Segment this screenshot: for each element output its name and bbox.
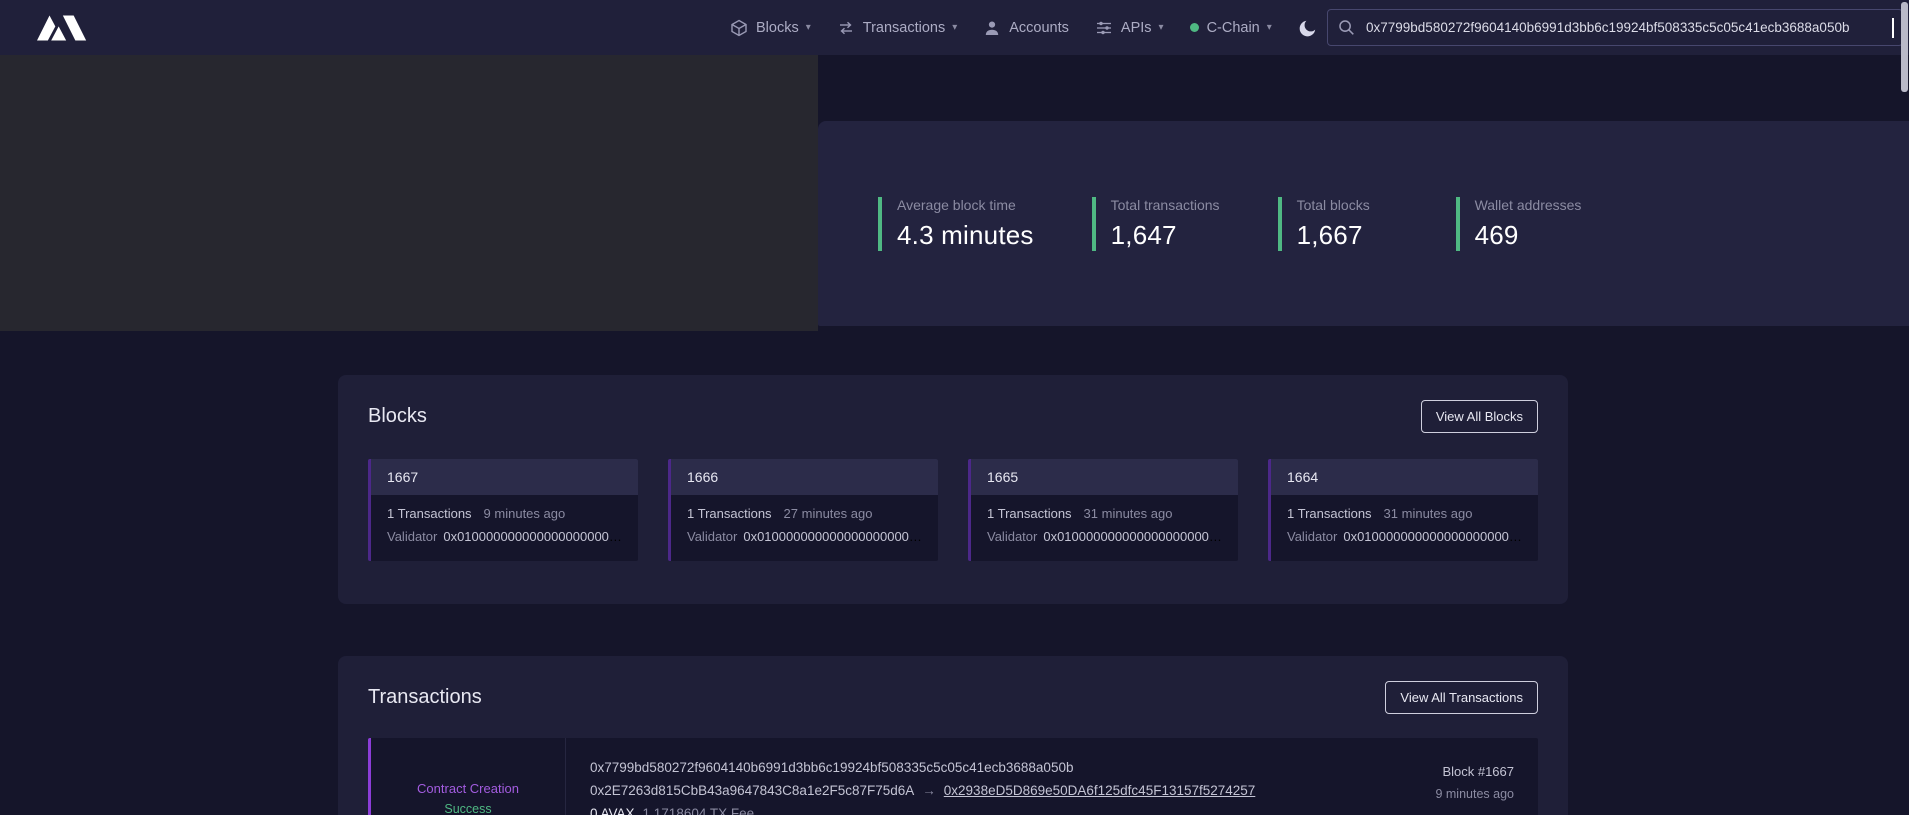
transaction-hash-link[interactable]: 0x7799bd580272f9604140b6991d3bb6c19924bf… <box>590 760 1304 775</box>
transactions-section-card: Transactions View All Transactions Contr… <box>338 656 1568 815</box>
transactions-section-title: Transactions <box>368 686 482 709</box>
nav-item-label: C-Chain <box>1207 20 1260 36</box>
stat-value: 1,667 <box>1297 220 1398 251</box>
transactions-section-header: Transactions View All Transactions <box>338 656 1568 714</box>
block-tx-count: 1 Transactions <box>387 506 472 521</box>
block-tile-body: 1 Transactions 31 minutes ago Validator 0… <box>971 495 1238 544</box>
stat-label: Average block time <box>897 197 1034 213</box>
chevron-down-icon: ▾ <box>952 22 957 33</box>
blocks-section-card: Blocks View All Blocks 1667 1 Transactio… <box>338 375 1568 604</box>
cube-icon <box>730 19 748 37</box>
nav-item-label: Transactions <box>863 20 945 36</box>
transaction-type-badge: Contract Creation <box>417 781 519 796</box>
stat-label: Total transactions <box>1111 197 1220 213</box>
view-all-transactions-button[interactable]: View All Transactions <box>1385 681 1538 714</box>
nav-item-accounts[interactable]: Accounts <box>983 19 1069 37</box>
to-address-link[interactable]: 0x2938eD5D869e50DA6f125dfc45F13157f52742… <box>944 783 1256 798</box>
nav-item-blocks[interactable]: Blocks ▾ <box>730 19 811 37</box>
arrow-right-icon: → <box>922 783 936 798</box>
stat-total-transactions: Total transactions 1,647 <box>1092 197 1220 251</box>
transaction-age: 9 minutes ago <box>1328 787 1514 801</box>
stat-value: 469 <box>1475 220 1582 251</box>
chevron-down-icon: ▾ <box>1267 22 1272 33</box>
search-box <box>1327 9 1903 46</box>
block-tx-count: 1 Transactions <box>987 506 1072 521</box>
nav-item-c-chain[interactable]: C-Chain ▾ <box>1190 20 1272 36</box>
validator-address-link[interactable]: 0x010000000000000000000000... <box>1043 529 1222 544</box>
validator-label: Validator <box>987 529 1037 544</box>
stat-value: 1,647 <box>1111 220 1220 251</box>
block-age: 31 minutes ago <box>1384 506 1473 521</box>
block-tile[interactable]: 1664 1 Transactions 31 minutes ago Valid… <box>1268 459 1538 561</box>
moon-icon <box>1298 18 1318 38</box>
block-number-link[interactable]: 1667 <box>371 459 638 495</box>
chevron-down-icon: ▾ <box>1159 22 1164 33</box>
nav-item-label: Blocks <box>756 20 799 36</box>
sliders-icon <box>1095 19 1113 37</box>
block-tile-body: 1 Transactions 9 minutes ago Validator 0x… <box>371 495 638 544</box>
block-age: 31 minutes ago <box>1084 506 1173 521</box>
stat-label: Wallet addresses <box>1475 197 1582 213</box>
network-stats-panel: Average block time 4.3 minutes Total tra… <box>818 121 1909 326</box>
block-tile[interactable]: 1665 1 Transactions 31 minutes ago Valid… <box>968 459 1238 561</box>
person-icon <box>983 19 1001 37</box>
validator-label: Validator <box>1287 529 1337 544</box>
search-input[interactable] <box>1364 19 1892 36</box>
chevron-down-icon: ▾ <box>806 22 811 33</box>
validator-address-link[interactable]: 0x010000000000000000000000... <box>443 529 622 544</box>
status-dot-icon <box>1190 23 1199 32</box>
block-tx-count: 1 Transactions <box>1287 506 1372 521</box>
transaction-status-badge: Success <box>444 802 491 815</box>
validator-label: Validator <box>387 529 437 544</box>
block-tile[interactable]: 1667 1 Transactions 9 minutes ago Valida… <box>368 459 638 561</box>
transaction-block-link[interactable]: Block #1667 <box>1328 764 1514 779</box>
from-address: 0x2E7263d815CbB43a9647843C8a1e2F5c87F75d… <box>590 783 914 798</box>
validator-label: Validator <box>687 529 737 544</box>
block-tx-count: 1 Transactions <box>687 506 772 521</box>
validator-address-link[interactable]: 0x010000000000000000000000... <box>743 529 922 544</box>
stat-label: Total blocks <box>1297 197 1398 213</box>
block-age: 27 minutes ago <box>784 506 873 521</box>
transaction-meta-cell: Block #1667 9 minutes ago <box>1328 738 1538 815</box>
search-icon <box>1338 19 1355 36</box>
transaction-value: 0 AVAX <box>590 806 635 815</box>
block-age: 9 minutes ago <box>484 506 566 521</box>
transaction-value-line: 0 AVAX 1.1718604 TX Fee <box>590 806 1304 815</box>
vertical-scrollbar-thumb[interactable] <box>1901 2 1908 92</box>
nav-item-apis[interactable]: APIs ▾ <box>1095 19 1164 37</box>
nav-links: Blocks ▾ Transactions ▾ Accounts APIs ▾ <box>730 0 1318 55</box>
block-tile-body: 1 Transactions 31 minutes ago Validator 0… <box>1271 495 1538 544</box>
transaction-row[interactable]: Contract Creation Success 0x7799bd580272… <box>368 738 1538 815</box>
transaction-type-cell: Contract Creation Success <box>371 738 566 815</box>
stat-total-blocks: Total blocks 1,667 <box>1278 197 1398 251</box>
theme-toggle-button[interactable] <box>1298 18 1318 38</box>
transaction-fee: 1.1718604 TX Fee <box>643 806 755 815</box>
stat-wallet-addresses: Wallet addresses 469 <box>1456 197 1582 251</box>
transaction-addresses: 0x2E7263d815CbB43a9647843C8a1e2F5c87F75d… <box>590 783 1304 798</box>
block-tiles-row: 1667 1 Transactions 9 minutes ago Valida… <box>368 459 1538 561</box>
block-number-link[interactable]: 1664 <box>1271 459 1538 495</box>
block-number-link[interactable]: 1666 <box>671 459 938 495</box>
block-tile-body: 1 Transactions 27 minutes ago Validator 0… <box>671 495 938 544</box>
validator-address-link[interactable]: 0x010000000000000000000000... <box>1343 529 1522 544</box>
hero-background <box>0 55 818 331</box>
block-number-link[interactable]: 1665 <box>971 459 1238 495</box>
avalanche-logo[interactable] <box>34 13 100 43</box>
blocks-section-title: Blocks <box>368 405 427 428</box>
view-all-blocks-button[interactable]: View All Blocks <box>1421 400 1538 433</box>
blocks-section-header: Blocks View All Blocks <box>338 375 1568 433</box>
swap-arrows-icon <box>837 19 855 37</box>
stats-row: Average block time 4.3 minutes Total tra… <box>878 197 1581 251</box>
nav-item-transactions[interactable]: Transactions ▾ <box>837 19 958 37</box>
block-tile[interactable]: 1666 1 Transactions 27 minutes ago Valid… <box>668 459 938 561</box>
stat-value: 4.3 minutes <box>897 220 1034 251</box>
top-navbar: Blocks ▾ Transactions ▾ Accounts APIs ▾ <box>0 0 1909 55</box>
text-caret <box>1892 18 1894 38</box>
nav-item-label: APIs <box>1121 20 1152 36</box>
nav-item-label: Accounts <box>1009 20 1069 36</box>
stat-average-block-time: Average block time 4.3 minutes <box>878 197 1034 251</box>
transaction-detail-cell: 0x7799bd580272f9604140b6991d3bb6c19924bf… <box>566 738 1328 815</box>
